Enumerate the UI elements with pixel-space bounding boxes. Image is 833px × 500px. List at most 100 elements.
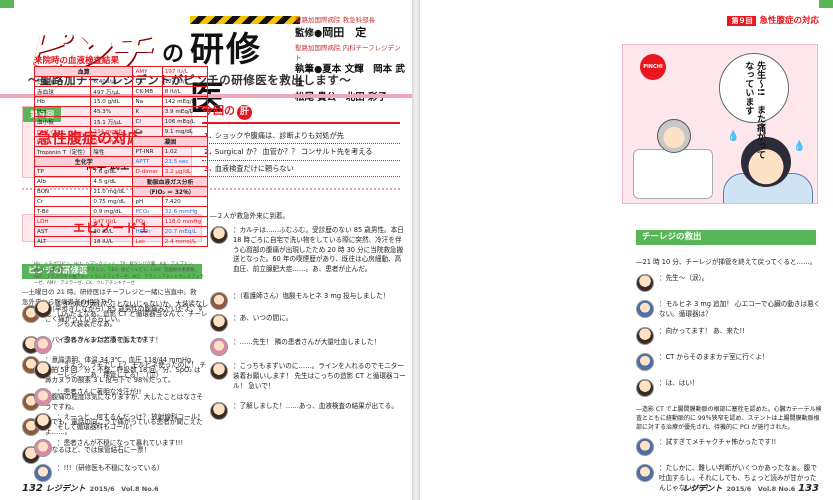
table-section-header: （FiO₂ ＝ 32％） bbox=[132, 186, 208, 197]
sweat-drop-icon: 💧 bbox=[793, 141, 806, 152]
table-cell: 247 IU/L bbox=[90, 216, 134, 227]
table-cell: Na bbox=[132, 96, 163, 107]
dialog-text: ：先生〜（涙）。 bbox=[659, 273, 709, 282]
table-cell: 23.5 sec bbox=[161, 156, 209, 167]
key-points-heading: 今回の肝 bbox=[202, 102, 400, 124]
table-section-header: 動脈血液ガス分析 bbox=[132, 176, 208, 187]
avatar bbox=[34, 439, 52, 458]
key-point-text: ショックや腹痛は、診断よりも対処が先 bbox=[214, 131, 344, 140]
table-cell: 1.02 bbox=[161, 146, 209, 157]
table-cell: 4.5 g/dL bbox=[90, 176, 134, 187]
table-cell: 9.1 mg/dL bbox=[161, 126, 209, 137]
table-cell: Alb bbox=[33, 176, 92, 187]
table-cell: 32.6 mmHg bbox=[161, 206, 209, 217]
table-cell: 血小板 bbox=[33, 116, 92, 127]
authors-label: 執筆● bbox=[295, 64, 323, 76]
table-row: D-ダイマー 234 mg/dL Ca 9.1 mg/dL bbox=[33, 126, 209, 137]
avatar bbox=[636, 353, 654, 372]
dialog-line: ：えーっと、何するんだっけ？ 放射線科コール！ そして循環器科もコール！ bbox=[34, 412, 210, 433]
table-row: Alb 4.5 g/dL 動脈血液ガス分析 bbox=[33, 176, 208, 187]
right-column-1: ：やっぱり大したことないじゃないか。大装裟なしいんだよなあ。造影 CT と循環器… bbox=[34, 300, 210, 489]
table-cell: D-ダイマー bbox=[33, 126, 92, 137]
issue-info: 2015/6 Vol.8 No.6 bbox=[726, 485, 796, 493]
table-row: LDH 247 IU/L PO₂ 118.0 mmHg bbox=[33, 216, 209, 227]
table-section-header: 凝固 bbox=[132, 136, 208, 147]
dialog-text: ：こっちもまずいのに……。ラインを入れるのでモニター装着お願いします！ 先生はこ… bbox=[233, 362, 406, 390]
logo-particle: の bbox=[162, 42, 185, 67]
avatar bbox=[34, 336, 52, 355]
table-cell: Hb bbox=[33, 96, 92, 107]
table-cell: 45.3% bbox=[90, 106, 134, 117]
dialog-text: ：やっぱり大したことないじゃないか。大装裟なしいんだよなあ。造影 CT と循環器… bbox=[57, 300, 209, 328]
key-point-text: Surgical か？ 血管か？？ コンサルト先を考える bbox=[214, 147, 373, 157]
table-cell: CK-MB bbox=[132, 86, 163, 97]
table-row: Troponin T（定性） 陰性 PT-INR 1.02 bbox=[33, 146, 209, 157]
table-cell: PO₂ bbox=[132, 216, 163, 227]
magazine-spread: ピンチ の 研修医 ～聖路加チーフレジデントがピンチの研修医を救出します～ 聖路… bbox=[0, 0, 833, 500]
dialog-line: ：こっちもまずいのに……。ラインを入れるのでモニター装着お願いします！ 先生はこ… bbox=[210, 362, 406, 391]
table-cell: 7.6 g/dL bbox=[90, 166, 134, 177]
table-row: Cr 0.75 mg/dL pH 7.420 bbox=[33, 196, 209, 207]
avatar bbox=[210, 362, 228, 380]
middle-column: ―２人が救急外来に到着。 bbox=[210, 212, 406, 226]
table-cell: T-Bil bbox=[33, 206, 92, 217]
table-section-header: 血算 bbox=[33, 66, 134, 77]
table-cell: 2.4 mmol/L bbox=[161, 236, 209, 247]
table-cell: Cr bbox=[33, 196, 92, 207]
table-cell: TP bbox=[33, 166, 92, 177]
key-points-list: 1. ショックや腹痛は、診断よりも対処が先 2. Surgical か？ 血管か？？… bbox=[202, 128, 400, 178]
avatar bbox=[210, 338, 228, 356]
dialog-text: ：患者さんに著明な冷汗が!! bbox=[57, 387, 142, 396]
table-cell: Cl bbox=[132, 116, 163, 127]
speech-line-2: なっています bbox=[743, 61, 754, 115]
table-cell: ALT bbox=[33, 236, 92, 247]
table-cell: 18 IU/L bbox=[90, 236, 134, 247]
table-cell: 106 mEq/L bbox=[161, 116, 209, 127]
table-cell: 7.420 bbox=[161, 196, 209, 207]
table-cell: 3.9 mEq/L bbox=[161, 106, 209, 117]
table-cell: Lac bbox=[132, 236, 163, 247]
table-cell: Troponin T（定性） bbox=[33, 146, 92, 157]
dialog-text: ：あ、いつの間に。 bbox=[233, 314, 293, 322]
avatar bbox=[636, 273, 654, 292]
dialog-text: ：患者さんまた苦痛を訴えてます！ bbox=[57, 336, 162, 345]
table-cell: D-dimer bbox=[132, 166, 163, 177]
dialog-text: ：!!!（研修医も不穏になっている） bbox=[57, 464, 164, 473]
table-row: Hct 45.3% K 3.9 mEq/L bbox=[33, 106, 209, 117]
table-cell: CRP bbox=[33, 136, 92, 147]
running-head: 第９回 急性腹症の対応 bbox=[727, 14, 819, 26]
dialog-line: ：了解しました！……あっ、血液検査の結果が出てる。 bbox=[210, 402, 406, 420]
table-cell: CK bbox=[132, 76, 163, 87]
table-cell: 234 mg/dL bbox=[90, 126, 134, 137]
green-tab bbox=[0, 0, 14, 8]
section-heading-rescue: チーレジの救出 bbox=[636, 230, 816, 245]
dialog-text: ：試すぎてメチャクチャ怖かったです!! bbox=[659, 438, 777, 447]
avatar bbox=[34, 464, 52, 483]
table-cell: 3.2 μg/dL bbox=[161, 166, 209, 177]
avatar bbox=[210, 292, 228, 310]
table-cell: HCO₃⁻ bbox=[132, 226, 163, 237]
table-row: BUN 21.0 mg/dL （FiO₂ ＝ 32％） bbox=[33, 186, 208, 197]
dialog-line: ：やっぱり大したことないじゃないか。大装裟なしいんだよなあ。造影 CT と循環器… bbox=[34, 300, 210, 329]
dialog-line: ：患者さんまた苦痛を訴えてます！ bbox=[34, 336, 210, 355]
lab-table-title: 来院時の血液検査結果 bbox=[34, 56, 120, 66]
hospital-bed bbox=[633, 149, 713, 199]
table-cell: 0.75 mg/dL bbox=[90, 196, 134, 207]
table-cell: APTT bbox=[132, 156, 163, 167]
table-cell: 0.31 mg/dL bbox=[90, 136, 134, 147]
avatar bbox=[34, 361, 52, 380]
key-point: 1. ショックや腹痛は、診断よりも対処が先 bbox=[202, 128, 400, 145]
table-cell: 197 IU/L bbox=[161, 66, 209, 77]
table-row: 生化学 APTT 23.5 sec bbox=[33, 156, 209, 167]
table-cell: K bbox=[132, 106, 163, 117]
supervisor-name: 岡田 定 bbox=[322, 26, 367, 40]
table-cell: 15.1 万/μL bbox=[90, 116, 134, 127]
dialog-line: ：先生〜（涙）。 bbox=[636, 273, 822, 292]
avatar bbox=[210, 402, 228, 420]
table-cell: 21.0 mg/dL bbox=[90, 186, 134, 197]
table-cell: 30 IU/L bbox=[90, 226, 134, 237]
supervisor-role: 聖路加国際病院 救急科部長 bbox=[295, 16, 376, 24]
editor-credits: 聖路加国際病院 救急科部長 監修●岡田 定 聖路加国際病院 内科チーフレジデント… bbox=[295, 16, 407, 105]
table-cell: AMY bbox=[132, 66, 163, 77]
avatar bbox=[636, 327, 654, 346]
